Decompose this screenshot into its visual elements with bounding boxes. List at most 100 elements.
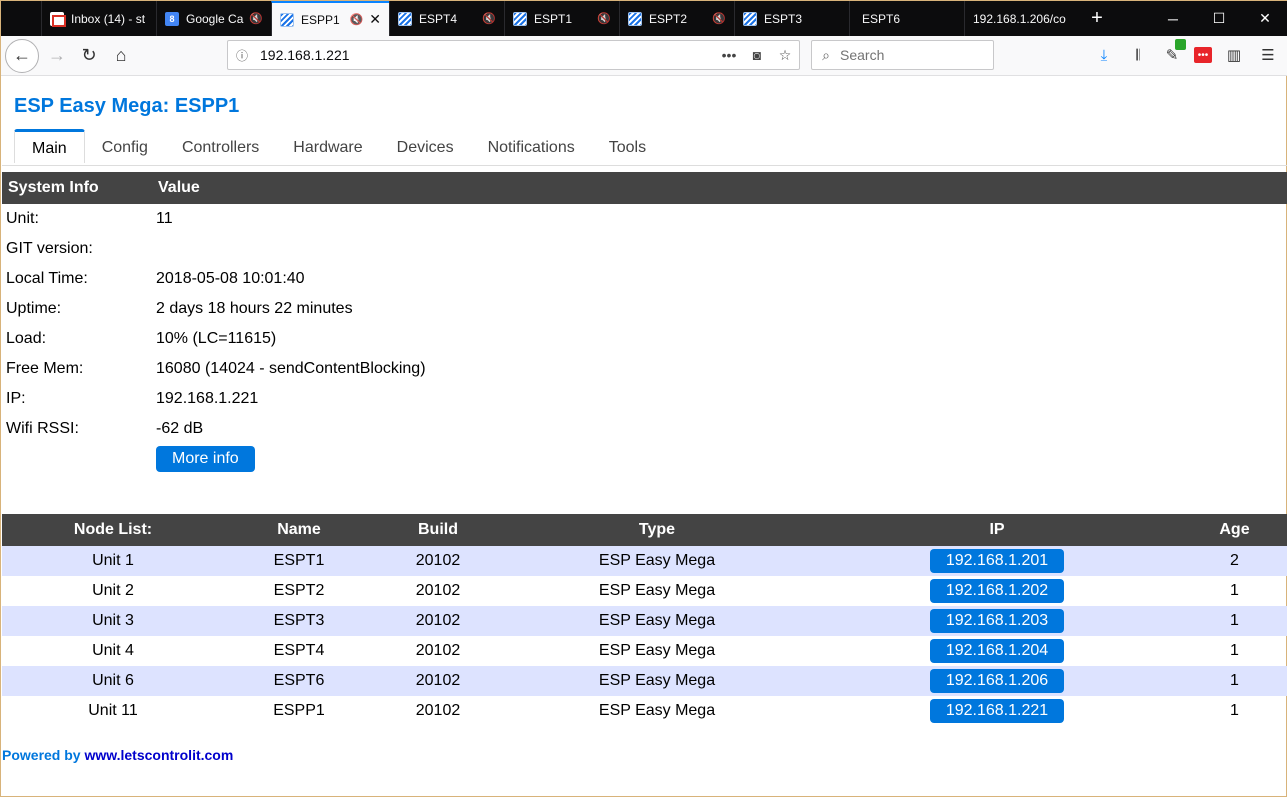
info-value: -62 dB xyxy=(156,420,204,437)
minimize-icon[interactable]: ─ xyxy=(1150,1,1196,36)
close-window-icon[interactable]: ✕ xyxy=(1242,1,1287,36)
download-icon[interactable]: ⤓ xyxy=(1092,43,1116,67)
column-header: Age xyxy=(1182,514,1287,546)
node-type: ESP Easy Mega xyxy=(598,642,716,659)
node-list-header: Node List: Name Build Type IP Age xyxy=(2,514,1287,546)
info-key: Uptime: xyxy=(6,300,62,317)
extension-icon[interactable]: ✎ xyxy=(1160,39,1186,67)
node-name: ESPT6 xyxy=(224,666,374,696)
espeasy-icon xyxy=(280,12,294,27)
page-actions-icon[interactable]: ••• xyxy=(715,47,743,63)
tab-devices[interactable]: Devices xyxy=(380,131,471,165)
table-row: IP: 192.168.1.221 xyxy=(2,384,1287,414)
search-icon: ⌕ xyxy=(822,46,830,63)
node-ip-button[interactable]: 192.168.1.206 xyxy=(929,669,1065,693)
browser-tab-espp1[interactable]: ESPP1 🔇 ✕ xyxy=(271,1,389,36)
node-unit: Unit 11 xyxy=(88,702,138,719)
tab-label: Inbox (14) - st xyxy=(71,11,146,26)
tab-tools[interactable]: Tools xyxy=(592,131,663,165)
node-ip-button[interactable]: 192.168.1.201 xyxy=(929,549,1065,573)
url-bar[interactable]: ⓘ 192.168.1.221 ••• ◙ ☆ xyxy=(227,40,800,70)
browser-tab-inbox[interactable]: Inbox (14) - st xyxy=(41,1,156,36)
search-input[interactable]: Search xyxy=(840,47,884,63)
node-type: ESP Easy Mega xyxy=(502,606,812,636)
bookmark-star-icon[interactable]: ☆ xyxy=(771,47,799,64)
node-type: ESP Easy Mega xyxy=(598,582,716,599)
forward-button[interactable]: → xyxy=(41,40,73,72)
column-header: Build xyxy=(374,514,502,546)
tab-controllers[interactable]: Controllers xyxy=(165,131,276,165)
muted-audio-icon[interactable]: 🔇 xyxy=(350,13,364,26)
tab-label: ESPT6 xyxy=(862,11,901,26)
info-value: 2 days 18 hours 22 minutes xyxy=(156,300,353,317)
muted-audio-icon[interactable]: 🔇 xyxy=(482,12,496,25)
close-tab-icon[interactable]: ✕ xyxy=(369,11,381,28)
browser-tab-espt4[interactable]: ESPT4 🔇 xyxy=(389,1,504,36)
muted-audio-icon[interactable]: 🔇 xyxy=(712,12,726,25)
footer-link[interactable]: www.letscontrolit.com xyxy=(84,747,233,763)
node-ip-button[interactable]: 192.168.1.221 xyxy=(929,699,1065,723)
info-value: 16080 (14024 - sendContentBlocking) xyxy=(156,360,426,377)
lastpass-icon[interactable]: ••• xyxy=(1194,47,1212,63)
node-unit: Unit 6 xyxy=(2,666,224,696)
browser-tab-google-calendar[interactable]: 8 Google Ca 🔇 xyxy=(156,1,271,36)
table-row: Wifi RSSI: -62 dB xyxy=(2,414,1287,444)
system-info-header: System Info Value xyxy=(2,172,1287,204)
table-row: Unit: 11 xyxy=(2,204,1287,234)
node-name: ESPT4 xyxy=(273,642,325,659)
tab-main[interactable]: Main xyxy=(14,129,85,163)
node-ip-button[interactable]: 192.168.1.204 xyxy=(929,639,1065,663)
column-header: Name xyxy=(224,514,374,546)
browser-tab-espt3[interactable]: ESPT3 xyxy=(734,1,849,36)
sidebar-icon[interactable]: ▥ xyxy=(1222,43,1246,67)
browser-tab-espt2[interactable]: ESPT2 🔇 xyxy=(619,1,734,36)
table-row: Free Mem: 16080 (14024 - sendContentBloc… xyxy=(2,354,1287,384)
muted-audio-icon[interactable]: 🔇 xyxy=(249,12,263,25)
info-value: 11 xyxy=(156,210,173,227)
table-row: Unit 2 ESPT2 20102 ESP Easy Mega 192.168… xyxy=(2,576,1287,606)
muted-audio-icon[interactable]: 🔇 xyxy=(597,12,611,25)
node-age: 1 xyxy=(1182,666,1287,696)
browser-tab-192-168-1-206[interactable]: 192.168.1.206/co xyxy=(964,1,1079,36)
tab-label: ESPT1 xyxy=(534,11,573,26)
browser-tab-espt6[interactable]: ESPT6 xyxy=(849,1,964,36)
site-info-icon[interactable]: ⓘ xyxy=(228,47,256,64)
search-bar[interactable]: ⌕ Search xyxy=(811,40,994,70)
url-text[interactable]: 192.168.1.221 xyxy=(256,47,715,63)
reload-button[interactable]: ↻ xyxy=(73,40,105,72)
maximize-icon[interactable]: ☐ xyxy=(1196,1,1242,36)
more-info-button[interactable]: More info xyxy=(156,446,255,472)
new-tab-button[interactable]: + xyxy=(1079,1,1115,36)
info-key: IP: xyxy=(6,390,26,407)
column-header: Type xyxy=(502,514,812,546)
table-row: GIT version: xyxy=(2,234,1287,264)
table-row: Unit 11 ESPP1 20102 ESP Easy Mega 192.16… xyxy=(2,696,1287,726)
column-header: Value xyxy=(152,172,1287,204)
google-calendar-icon: 8 xyxy=(165,11,179,26)
node-age: 1 xyxy=(1230,642,1239,659)
node-ip-button[interactable]: 192.168.1.203 xyxy=(929,609,1065,633)
tab-label: 192.168.1.206/co xyxy=(973,11,1066,26)
main-menu: Main Config Controllers Hardware Devices… xyxy=(14,129,663,165)
menu-hamburger-icon[interactable]: ☰ xyxy=(1256,43,1280,67)
tab-hardware[interactable]: Hardware xyxy=(276,131,379,165)
column-header: Node List: xyxy=(2,514,224,546)
home-button[interactable]: ⌂ xyxy=(105,40,137,72)
node-type: ESP Easy Mega xyxy=(598,702,716,719)
info-value: 192.168.1.221 xyxy=(156,390,259,407)
table-row: Local Time: 2018-05-08 10:01:40 xyxy=(2,264,1287,294)
node-build: 20102 xyxy=(415,582,461,599)
back-button[interactable]: ← xyxy=(5,38,39,73)
tab-config[interactable]: Config xyxy=(85,131,165,165)
table-row: Unit 3 ESPT3 20102 ESP Easy Mega 192.168… xyxy=(2,606,1287,636)
pocket-icon[interactable]: ◙ xyxy=(743,47,771,63)
table-row: Unit 1 ESPT1 20102 ESP Easy Mega 192.168… xyxy=(2,546,1287,576)
tab-notifications[interactable]: Notifications xyxy=(471,131,592,165)
system-info-table: System Info Value Unit: 11 GIT version: … xyxy=(2,172,1287,474)
library-icon[interactable]: 𝄃 xyxy=(1126,43,1150,67)
espeasy-icon xyxy=(398,11,412,26)
node-ip-button[interactable]: 192.168.1.202 xyxy=(929,579,1065,603)
browser-tab-espt1[interactable]: ESPT1 🔇 xyxy=(504,1,619,36)
node-name: ESPT2 xyxy=(273,582,325,599)
page-content: ESP Easy Mega: ESPP1 Main Config Control… xyxy=(2,77,1287,797)
